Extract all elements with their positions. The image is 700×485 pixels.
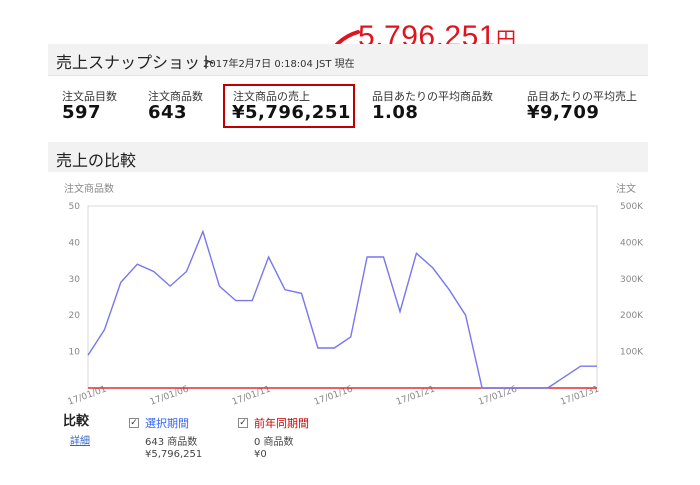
last-year-label: 前年同期間 bbox=[254, 417, 309, 430]
left-tick-label: 50 bbox=[69, 202, 81, 212]
left-tick-label: 10 bbox=[69, 348, 81, 358]
selected-period-sales: ¥5,796,251 bbox=[145, 449, 203, 460]
right-tick-label: 400K bbox=[620, 238, 644, 248]
left-axis-title: 注文商品数 bbox=[64, 182, 114, 195]
legend-title: 比較 bbox=[63, 414, 90, 429]
right-axis-title: 注文 bbox=[616, 182, 636, 195]
last-year-checkbox[interactable]: ✓ bbox=[238, 418, 248, 428]
plot-area bbox=[87, 205, 598, 389]
selected-period-units: 643 商品数 bbox=[145, 437, 198, 448]
sales-chart: 注文商品数 注文 10 20 30 40 50 100K 200K 300K 400K 500K… bbox=[64, 182, 644, 408]
left-tick-label: 20 bbox=[69, 311, 81, 321]
selected-period-label: 選択期間 bbox=[145, 417, 189, 430]
last-year-units: 0 商品数 bbox=[254, 437, 294, 448]
right-tick-label: 100K bbox=[620, 348, 644, 358]
detail-link[interactable]: 詳細 bbox=[70, 432, 90, 447]
left-tick-label: 40 bbox=[69, 238, 81, 248]
right-tick-label: 300K bbox=[620, 275, 644, 285]
right-tick-label: 500K bbox=[620, 202, 644, 212]
right-tick-label: 200K bbox=[620, 311, 644, 321]
selected-period-checkbox[interactable]: ✓ bbox=[129, 418, 139, 428]
left-tick-label: 30 bbox=[69, 275, 81, 285]
last-year-sales: ¥0 bbox=[254, 449, 267, 460]
series-line-0 bbox=[87, 229, 597, 389]
